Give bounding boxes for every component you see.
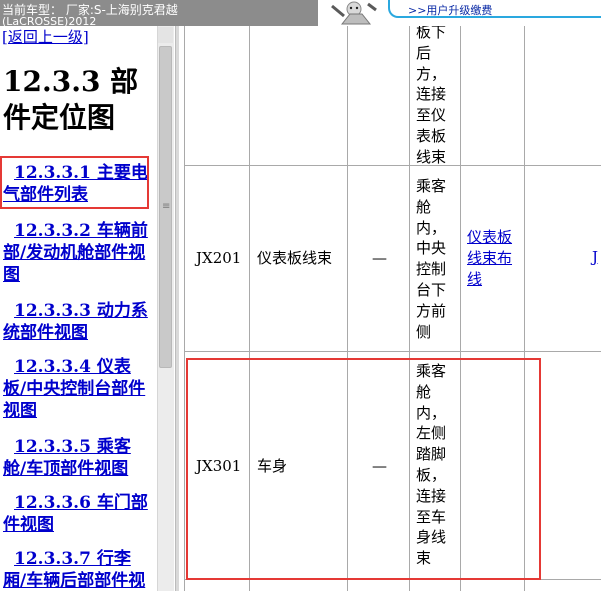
location-cell: 乘客舱内，中央控制台下方前侧	[416, 177, 447, 341]
harness-routing-link[interactable]: 仪表板线束布线	[467, 227, 523, 290]
nav-item-door-view[interactable]: 12.3.3.6 车门部件视图	[3, 492, 153, 536]
grid-vline	[184, 26, 185, 591]
nav-item-powertrain-view[interactable]: 12.3.3.3 动力系统部件视图	[3, 300, 153, 344]
scroll-grip-icon: ≡	[162, 201, 171, 212]
nav-item-front-engine-view[interactable]: 12.3.3.2 车辆前部/发动机舱部件视图	[3, 220, 153, 286]
harness-name-cell: 仪表板线束	[257, 249, 333, 267]
truncated-link[interactable]: J	[592, 248, 598, 266]
left-nav-frame: [返回上一级] 12.3.3 部件定位图 12.3.3.1 主要电气部件列表 1…	[0, 26, 157, 591]
dash-cell: —	[372, 249, 387, 267]
grid-hline	[184, 351, 601, 352]
nav-item-dashboard-view[interactable]: 12.3.3.4 仪表板/中央控制台部件视图	[3, 356, 153, 422]
scroll-up-button[interactable]	[158, 27, 173, 43]
nav-item-trunk-rear-view[interactable]: 12.3.3.7 行李厢/车辆后部部件视	[3, 548, 153, 591]
upgrade-link[interactable]: >>用户升级缴费	[408, 2, 492, 18]
grid-hline	[184, 165, 601, 166]
highlight-box-row	[186, 358, 541, 580]
mascot-icon	[324, 0, 380, 26]
highlight-box-nav	[0, 156, 149, 209]
top-banner: 当前车型： 厂家:S-上海别克君越 (LaCROSSE)2012 >>用户升级缴…	[0, 0, 601, 28]
frame-divider[interactable]	[175, 26, 179, 591]
nav-item-cabin-roof-view[interactable]: 12.3.3.5 乘客舱/车顶部件视图	[3, 436, 153, 480]
content-frame: 板下后方，连接至仪表板线束 JX201 仪表板线束 — 乘客舱内，中央控制台下方…	[180, 26, 601, 591]
back-link[interactable]: [返回上一级]	[2, 26, 89, 47]
location-cell: 板下后方，连接至仪表板线束	[416, 26, 447, 166]
section-title: 12.3.3 部件定位图	[3, 65, 139, 134]
connector-id-cell: JX201	[196, 249, 242, 267]
